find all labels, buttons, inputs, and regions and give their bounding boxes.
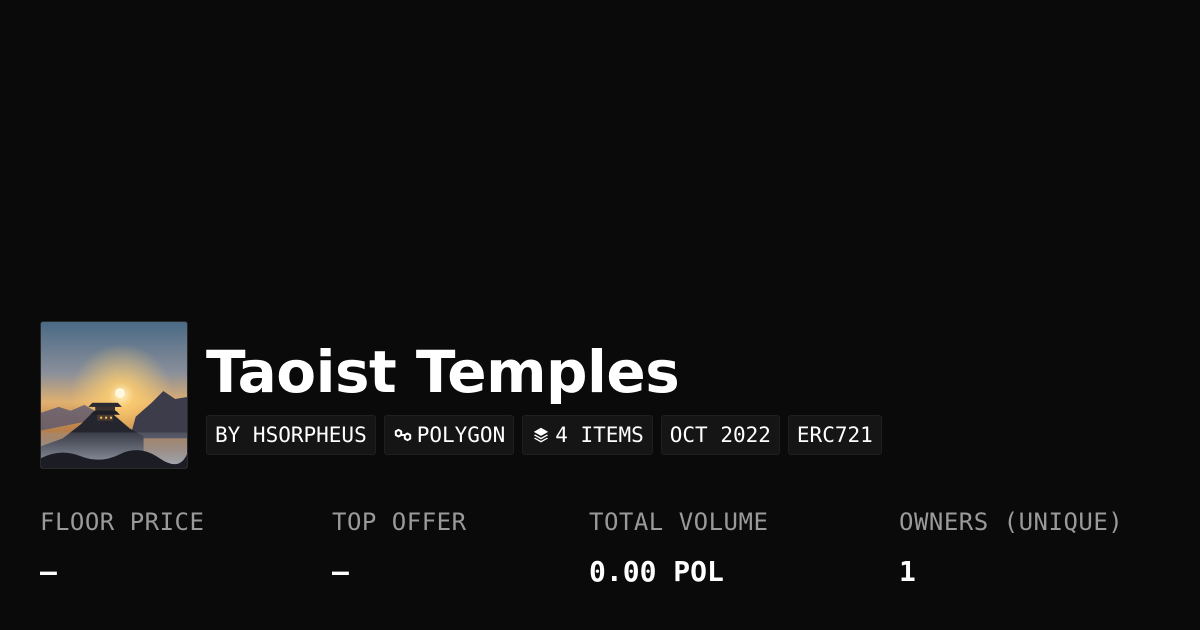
standard-label: ERC721 xyxy=(796,423,873,447)
collection-tags: BY HSORPHEUS POLYGON 4 ITEMS OCT 2022 ER… xyxy=(206,415,882,455)
collection-title: Taoist Temples xyxy=(206,338,680,406)
date-tag: OCT 2022 xyxy=(660,415,780,455)
standard-tag: ERC721 xyxy=(787,415,882,455)
stat-label: TOP OFFER xyxy=(332,508,467,536)
stat-value: – xyxy=(332,555,349,588)
stat-label: FLOOR PRICE xyxy=(40,508,205,536)
collection-card: Taoist Temples BY HSORPHEUS POLYGON 4 IT… xyxy=(0,0,1200,630)
chain-label: POLYGON xyxy=(416,423,506,447)
stat-label: TOTAL VOLUME xyxy=(589,508,769,536)
collection-image[interactable] xyxy=(40,321,188,469)
layers-icon xyxy=(531,425,551,445)
polygon-icon xyxy=(393,425,413,445)
stat-value: 1 xyxy=(899,555,916,588)
items-tag[interactable]: 4 ITEMS xyxy=(522,415,653,455)
creator-label: BY HSORPHEUS xyxy=(215,423,367,447)
stat-floor-price: FLOOR PRICE – xyxy=(40,506,204,588)
stat-top-offer: TOP OFFER – xyxy=(332,506,467,588)
temple-sunset-image xyxy=(41,322,187,468)
chain-tag[interactable]: POLYGON xyxy=(383,415,515,455)
stat-label: OWNERS (UNIQUE) xyxy=(899,508,1124,536)
stat-value: – xyxy=(40,555,57,588)
stat-value: 0.00 POL xyxy=(589,555,724,588)
stat-total-volume: TOTAL VOLUME 0.00 POL xyxy=(589,506,768,588)
creator-tag[interactable]: BY HSORPHEUS xyxy=(206,415,376,455)
date-label: OCT 2022 xyxy=(669,423,771,447)
items-label: 4 ITEMS xyxy=(555,423,644,447)
stat-owners: OWNERS (UNIQUE) 1 xyxy=(899,506,1123,588)
